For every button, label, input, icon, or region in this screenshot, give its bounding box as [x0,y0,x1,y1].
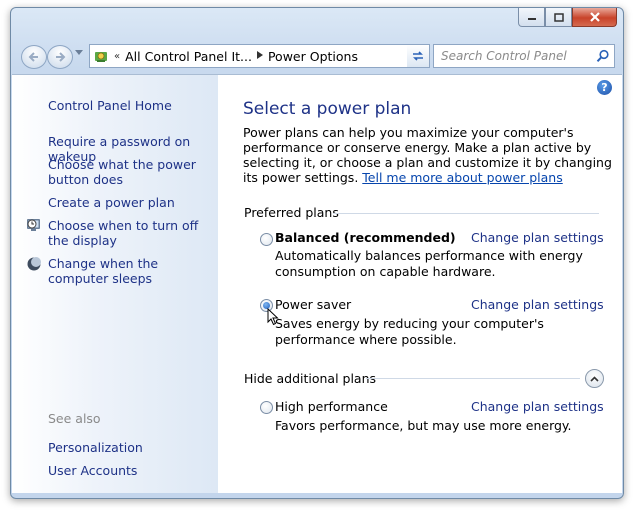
change-plan-settings-high-performance[interactable]: Change plan settings [471,399,604,414]
breadcrumb-power-options[interactable]: Power Options [268,49,358,64]
chevron-down-icon [75,50,83,55]
minimize-button[interactable] [518,8,545,27]
plan-name-balanced[interactable]: Balanced (recommended) [275,230,456,245]
forward-button[interactable] [47,45,73,69]
sidebar-item-computer-sleeps[interactable]: Change when the computer sleeps [48,256,218,286]
preferred-plans-heading: Preferred plans [244,205,339,220]
maximize-icon [553,12,564,22]
plan-name-power-saver[interactable]: Power saver [275,297,351,312]
see-also-heading: See also [48,411,101,426]
breadcrumb-all-control-panel-items[interactable]: All Control Panel It... [125,49,252,64]
moon-icon [26,256,42,272]
page-title: Select a power plan [243,99,412,119]
change-plan-settings-balanced[interactable]: Change plan settings [471,230,604,245]
power-options-window: « All Control Panel It... Power Options … [10,7,624,499]
tell-me-more-link[interactable]: Tell me more about power plans [362,170,562,185]
display-clock-icon [26,217,42,233]
collapse-additional-plans-button[interactable] [585,369,604,388]
radio-balanced[interactable] [260,233,273,246]
refresh-button[interactable] [407,44,430,68]
radio-high-performance[interactable] [260,401,273,414]
plan-name-high-performance[interactable]: High performance [275,399,388,414]
intro-paragraph: Power plans can help you maximize your c… [243,125,613,185]
content-area: Control Panel Home Require a password on… [12,74,622,493]
additional-plans-heading: Hide additional plans [244,371,377,386]
see-also-personalization-link[interactable]: Personalization [48,440,218,455]
minimize-icon [527,18,536,20]
chevron-right-icon [256,50,263,59]
main-pane: ? Select a power plan Power plans can he… [218,75,622,493]
back-button[interactable] [21,45,47,69]
search-box[interactable] [433,44,615,68]
sidebar-item-create-plan[interactable]: Create a power plan [48,195,218,210]
forward-arrow-icon [56,52,66,62]
help-icon[interactable]: ? [597,80,612,95]
preferred-plans-divider [333,213,599,214]
mouse-cursor-icon [267,307,279,330]
caption-buttons [518,8,617,27]
close-button[interactable] [572,8,617,27]
back-arrow-icon [28,52,38,62]
breadcrumb-separator[interactable] [256,50,263,62]
close-icon [589,12,600,22]
address-overflow-marker[interactable]: « [114,51,120,62]
sidebar-item-power-button[interactable]: Choose what the power button does [48,157,218,187]
plan-description-power-saver: Saves energy by reducing your computer's… [275,316,544,347]
maximize-button[interactable] [545,8,572,27]
control-panel-home-link[interactable]: Control Panel Home [48,98,218,113]
search-input[interactable] [439,48,593,64]
additional-plans-divider [366,378,580,379]
chevron-up-icon [590,375,599,382]
plan-description-high-performance: Favors performance, but may use more ene… [275,418,572,433]
control-panel-icon [92,47,110,65]
task-pane: Control Panel Home Require a password on… [12,75,218,493]
see-also-user-accounts-link[interactable]: User Accounts [48,463,218,478]
sidebar-item-turn-off-display[interactable]: Choose when to turn off the display [48,218,218,248]
change-plan-settings-power-saver[interactable]: Change plan settings [471,297,604,312]
address-bar[interactable]: « All Control Panel It... Power Options [89,44,409,68]
plan-description-balanced: Automatically balances performance with … [275,248,583,279]
search-icon[interactable] [596,48,610,67]
refresh-icon [413,51,423,61]
recent-pages-dropdown[interactable] [75,49,83,59]
navigation-bar: « All Control Panel It... Power Options [19,43,615,69]
